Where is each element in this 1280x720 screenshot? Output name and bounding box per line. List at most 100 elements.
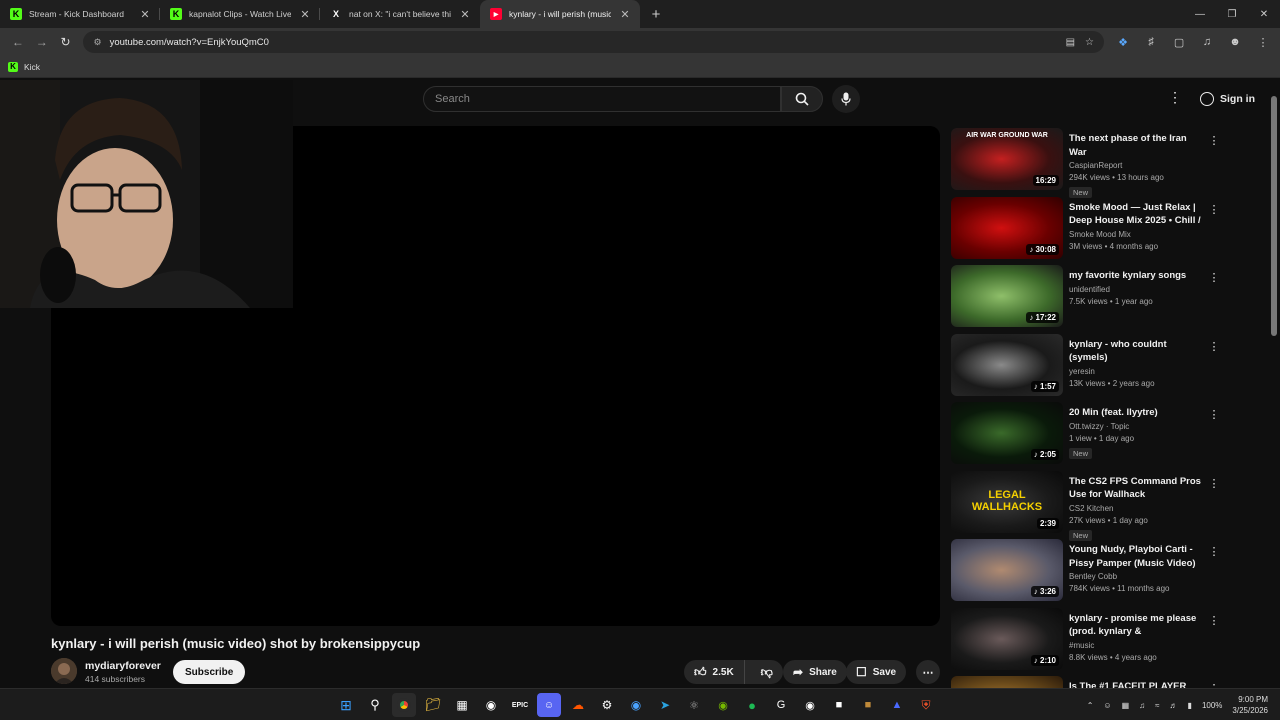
volume-icon[interactable]: ♬ [1170, 701, 1178, 710]
scrollbar-thumb[interactable] [1271, 96, 1277, 336]
new-tab-button[interactable]: + [644, 0, 668, 28]
video-thumbnail[interactable]: ♪ 2:05 [951, 402, 1063, 464]
recommended-video[interactable]: ♪ 3:26 Young Nudy, Playboi Carti - Pissy … [951, 539, 1226, 608]
recommended-video[interactable]: AIR WAR GROUND WAR 16:29 The next phase of… [951, 128, 1226, 198]
video-menu-icon[interactable]: ⋮ [1208, 408, 1220, 421]
video-thumbnail[interactable]: LEGAL WALLHACKS 2:39 [951, 470, 1063, 533]
media-control-icon[interactable]: ♫ [1196, 31, 1218, 53]
install-app-icon[interactable]: ▤ [1066, 37, 1075, 48]
like-button[interactable]: 👍︎ 2.5K [684, 660, 745, 684]
browser-tab[interactable]: K Stream - Kick Dashboard ✕ [0, 0, 160, 28]
close-window-icon[interactable]: ✕ [1248, 0, 1280, 28]
video-thumbnail[interactable]: ♪ 17:22 [951, 265, 1063, 327]
app-icon-2[interactable]: ■ [827, 693, 851, 717]
brave-icon[interactable]: ⛨ [914, 693, 938, 717]
recommended-video[interactable]: ♪ 2:10 kynlary - promise me please (prod.… [951, 607, 1226, 677]
profile-icon[interactable]: ☻ [1224, 31, 1246, 53]
chrome-icon[interactable] [392, 693, 416, 717]
sign-in-button[interactable]: Sign in [1194, 88, 1261, 110]
tab-close-icon[interactable]: ✕ [138, 8, 152, 21]
browser-menu-icon[interactable]: ⋮ [1252, 31, 1274, 53]
page-scrollbar[interactable] [1270, 82, 1278, 682]
back-icon[interactable]: ← [6, 30, 30, 54]
video-menu-icon[interactable]: ⋮ [1208, 340, 1220, 353]
search-input[interactable]: Search [423, 86, 781, 112]
video-thumbnail[interactable]: ♪ 3:26 [951, 539, 1063, 601]
windows-start-icon[interactable]: ⊞ [334, 693, 358, 717]
tab-close-icon[interactable]: ✕ [298, 8, 312, 21]
recommended-video-channel[interactable]: Smoke Mood Mix [1069, 230, 1204, 239]
address-bar[interactable]: ⚙ youtube.com/watch?v=EnjkYouQmC0 ▤ ☆ [83, 31, 1105, 53]
app-icon-1[interactable]: ◉ [798, 693, 822, 717]
recommended-video[interactable]: ♪ 1:57 kynlary - who couldnt (symels) yere… [951, 333, 1226, 403]
app-g-icon[interactable]: G [769, 693, 793, 717]
browser-tab[interactable]: ▶ kynlary - i will perish (music vid ✕ [480, 0, 640, 28]
bookmark-star-icon[interactable]: ☆ [1085, 37, 1094, 48]
tab-close-icon[interactable]: ✕ [618, 8, 632, 21]
video-thumbnail[interactable]: ♪ 30:08 [951, 196, 1063, 259]
voice-search-button[interactable] [832, 85, 860, 113]
video-menu-icon[interactable]: ⋮ [1208, 545, 1220, 558]
recommended-video-channel[interactable]: Bentley Cobb [1069, 572, 1204, 581]
channel-avatar[interactable] [51, 658, 77, 684]
browser-tab[interactable]: Xnat on X: "i can't believe this is ✕ [320, 0, 480, 28]
browser-tab[interactable]: Kkapnalot Clips - Watch Live on ✕ [160, 0, 320, 28]
video-thumbnail[interactable]: ♪ 1:57 [951, 333, 1063, 396]
video-menu-icon[interactable]: ⋮ [1208, 271, 1220, 284]
obs-icon[interactable]: ◉ [479, 693, 503, 717]
recommended-video-channel[interactable]: unidentified [1069, 285, 1204, 294]
reload-icon[interactable]: ↻ [54, 30, 78, 54]
bookmark-kick[interactable]: Kick [24, 62, 40, 72]
tray-mic-icon[interactable]: ♫ [1139, 701, 1145, 710]
app-icon-4[interactable]: ▲ [885, 693, 909, 717]
browser-app-icon[interactable]: ◉ [624, 693, 648, 717]
recommended-video-channel[interactable]: Ott.twizzy · Topic [1069, 422, 1204, 431]
subscribe-button[interactable]: Subscribe [173, 660, 246, 684]
recommended-video-channel[interactable]: CS2 Kitchen [1069, 504, 1204, 513]
wifi-icon[interactable]: ≈ [1155, 701, 1159, 710]
extensions-icon[interactable]: ♯ [1140, 31, 1162, 53]
save-button[interactable]: ☐ Save [846, 660, 907, 684]
recommended-video[interactable]: ♪ 30:08 Smoke Mood — Just Relax | Deep Ho… [951, 196, 1226, 266]
recommended-video[interactable]: ♪ 2:05 20 Min (feat. Ilyytre) Ott.twizzy ·… [951, 402, 1226, 471]
taskbar-search-icon[interactable]: ⚲ [363, 693, 387, 717]
tray-app-icon[interactable]: ▦ [1122, 701, 1130, 710]
video-menu-icon[interactable]: ⋮ [1208, 477, 1220, 490]
recommended-video[interactable]: CHEATER?Is The #1 FACEIT PLAYER⋮ [951, 676, 1226, 688]
video-thumbnail[interactable]: AIR WAR GROUND WAR 16:29 [951, 128, 1063, 190]
tray-discord-icon[interactable]: ☺ [1103, 701, 1111, 710]
spotify-icon[interactable]: ● [740, 693, 764, 717]
recommended-video-channel[interactable]: #music [1069, 641, 1204, 650]
recommended-video-channel[interactable]: yeresin [1069, 367, 1204, 376]
epic-games-icon[interactable]: EPIC [508, 693, 532, 717]
video-menu-icon[interactable]: ⋮ [1208, 203, 1220, 216]
minimize-icon[interactable]: — [1184, 0, 1216, 28]
recommended-video[interactable]: LEGAL WALLHACKS 2:39 The CS2 FPS Command P… [951, 470, 1226, 541]
discord-icon[interactable]: ☺ [537, 693, 561, 717]
share-button[interactable]: ➦ Share [783, 660, 847, 684]
capcut-icon[interactable]: ▦ [450, 693, 474, 717]
video-thumbnail[interactable]: CHEATER? [951, 676, 1063, 688]
react-devtools-icon[interactable]: ⚛ [682, 693, 706, 717]
nvidia-icon[interactable]: ◉ [711, 693, 735, 717]
search-button[interactable] [781, 86, 823, 112]
file-explorer-icon[interactable]: 📁︎ [421, 693, 445, 717]
tray-overflow-icon[interactable]: ⌃ [1087, 701, 1094, 710]
recommended-video-channel[interactable]: CaspianReport [1069, 161, 1204, 170]
video-menu-icon[interactable]: ⋮ [1208, 614, 1220, 627]
app-icon-3[interactable]: ■ [856, 693, 880, 717]
settings-menu-icon[interactable]: ⋮ [1168, 90, 1182, 104]
split-view-icon[interactable]: ▢ [1168, 31, 1190, 53]
forward-icon[interactable]: → [30, 30, 54, 54]
recommended-video[interactable]: ♪ 17:22 my favorite kynlary songs unidenti… [951, 265, 1226, 334]
video-menu-icon[interactable]: ⋮ [1208, 134, 1220, 147]
restore-icon[interactable]: ❐ [1216, 0, 1248, 28]
clock[interactable]: 9:00 PM 3/25/2026 [1232, 694, 1268, 716]
battery-icon[interactable]: ▮ [1188, 701, 1192, 710]
site-info-icon[interactable]: ⚙ [93, 37, 101, 48]
steam-icon[interactable]: ⚙ [595, 693, 619, 717]
video-thumbnail[interactable]: ♪ 2:10 [951, 607, 1063, 670]
dislike-button[interactable]: 👎︎ [751, 660, 783, 684]
tab-close-icon[interactable]: ✕ [458, 8, 472, 21]
channel-name[interactable]: mydiaryforever [85, 660, 161, 672]
